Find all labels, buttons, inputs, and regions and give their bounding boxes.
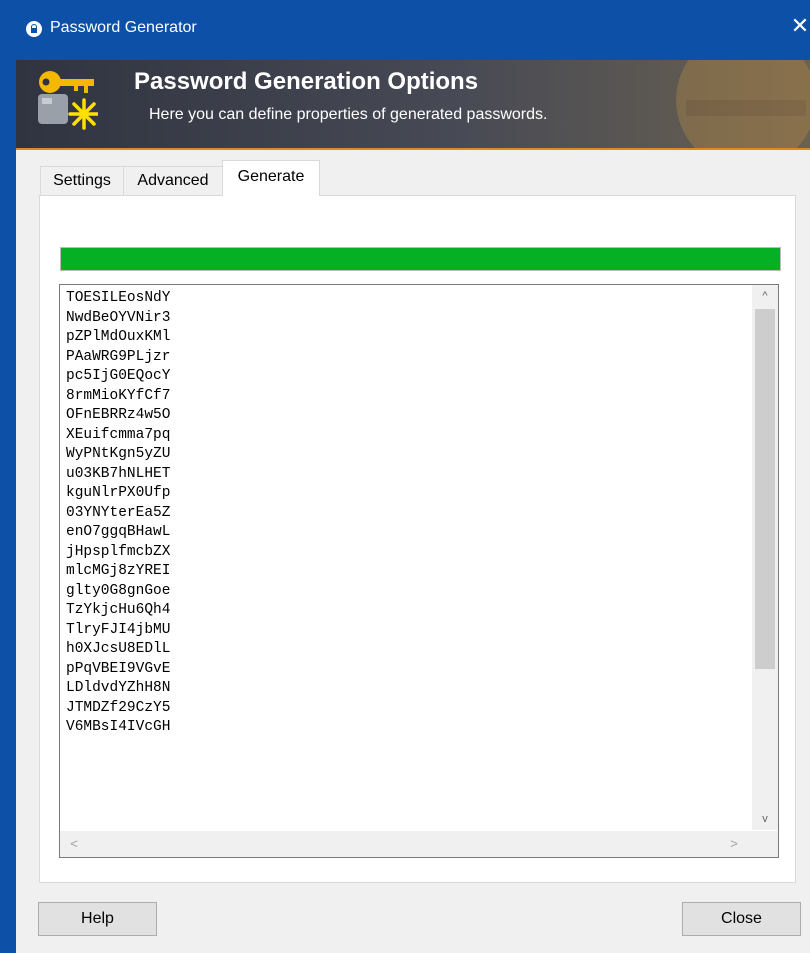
password-line: kguNlrPX0Ufp bbox=[66, 485, 171, 501]
generated-passwords-textbox[interactable]: TOESILEosNdY NwdBeOYVNir3 pZPlMdOuxKMl PAaW… bbox=[59, 284, 779, 858]
help-button[interactable]: Help bbox=[38, 902, 157, 936]
password-line: JTMDZf29CzY5 bbox=[66, 699, 171, 716]
horizontal-scrollbar[interactable]: < > bbox=[60, 831, 778, 857]
password-line: jHpsplfmcbZX bbox=[66, 543, 171, 560]
close-button[interactable]: Close bbox=[682, 902, 801, 936]
password-line: mlcMGj8zYREI bbox=[66, 563, 171, 579]
generate-tab-panel: TOESILEosNdY NwdBeOYVNir3 pZPlMdOuxKMl PAaW… bbox=[39, 195, 796, 883]
banner-subtitle: Here you can define properties of genera… bbox=[149, 106, 548, 123]
password-line: glty0G8gnGoe bbox=[66, 582, 171, 599]
scroll-up-arrow-icon[interactable]: ^ bbox=[752, 285, 778, 307]
title-bar[interactable]: Password Generator ✕ bbox=[16, 0, 810, 60]
password-line: TzYkjcHu6Qh4 bbox=[66, 602, 171, 618]
password-line: 8rmMioKYfCf7 bbox=[66, 387, 171, 404]
generation-progress-bar bbox=[60, 247, 781, 271]
tab-generate[interactable]: Generate bbox=[222, 160, 320, 196]
password-line: enO7ggqBHawL bbox=[66, 524, 171, 540]
password-line: TOESILEosNdY bbox=[66, 290, 171, 306]
progress-fill bbox=[61, 248, 780, 270]
password-line: V6MBsI4IVcGH bbox=[66, 719, 171, 735]
password-line: u03KB7hNLHET bbox=[66, 465, 171, 482]
tab-advanced[interactable]: Advanced bbox=[123, 166, 223, 195]
scroll-left-arrow-icon[interactable]: < bbox=[62, 831, 86, 857]
key-generator-icon bbox=[38, 71, 98, 130]
password-line: pZPlMdOuxKMl bbox=[66, 329, 171, 345]
password-line: 03YNYterEa5Z bbox=[66, 504, 171, 521]
password-line: XEuifcmma7pq bbox=[66, 426, 171, 443]
vertical-scroll-thumb[interactable] bbox=[755, 309, 775, 669]
password-line: h0XJcsU8EDlL bbox=[66, 641, 171, 657]
vertical-scrollbar[interactable]: ^ v bbox=[752, 285, 778, 830]
password-generator-window: Password Generator ✕ Password Generation… bbox=[16, 0, 810, 953]
scroll-right-arrow-icon[interactable]: > bbox=[722, 831, 746, 857]
tab-settings[interactable]: Settings bbox=[40, 166, 124, 195]
password-line: pc5IjG0EQocY bbox=[66, 368, 171, 384]
password-line: WyPNtKgn5yZU bbox=[66, 446, 171, 462]
window-close-button[interactable]: ✕ bbox=[790, 14, 810, 38]
password-line: LDldvdYZhH8N bbox=[66, 680, 171, 696]
password-line: OFnEBRRz4w5O bbox=[66, 407, 171, 423]
scroll-down-arrow-icon[interactable]: v bbox=[752, 808, 778, 830]
header-banner: Password Generation Options Here you can… bbox=[16, 60, 810, 150]
password-line: TlryFJI4jbMU bbox=[66, 621, 171, 638]
banner-title: Password Generation Options bbox=[134, 68, 479, 95]
password-line: PAaWRG9PLjzr bbox=[66, 348, 171, 365]
password-list: TOESILEosNdY NwdBeOYVNir3 pZPlMdOuxKMl PAaW… bbox=[66, 289, 170, 738]
lock-icon bbox=[26, 21, 42, 37]
password-line: pPqVBEI9VGvE bbox=[66, 660, 171, 677]
window-title: Password Generator bbox=[50, 19, 197, 36]
password-line: NwdBeOYVNir3 bbox=[66, 309, 171, 326]
banner-decoration bbox=[676, 60, 810, 148]
